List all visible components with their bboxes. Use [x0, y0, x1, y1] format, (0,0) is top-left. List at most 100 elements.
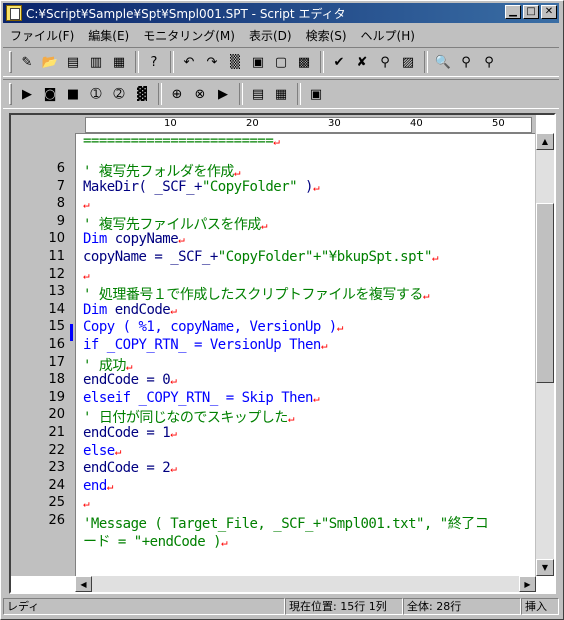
code-line[interactable]: endCode = 0↵ — [83, 372, 177, 388]
code-line[interactable]: else↵ — [83, 443, 121, 459]
print-icon[interactable]: ▥ — [85, 51, 107, 73]
menu-search[interactable]: 検索(S) — [299, 27, 354, 44]
line-number-gutter: 6 7 8 9 10 11 12 13 14 15 16 17 18 19 20 21 22 23 24 25 26 — [11, 133, 76, 576]
code-line[interactable]: endCode = 2↵ — [83, 460, 177, 476]
open-icon[interactable]: 📂 — [39, 51, 61, 73]
close-button[interactable]: ✕ — [541, 5, 557, 19]
code-line[interactable]: copyName = _SCF_+"CopyFolder"+"¥bkupSpt.… — [83, 249, 439, 265]
code-line[interactable]: Dim endCode↵ — [83, 301, 177, 318]
code-line[interactable]: ード = "+endCode )↵ — [83, 531, 228, 551]
scroll-up-button[interactable]: ▲ — [536, 133, 554, 150]
title-bar[interactable]: C:¥Script¥Sample¥Spt¥Smpl001.SPT - Scrip… — [3, 3, 559, 23]
toolbar-grip[interactable] — [9, 51, 12, 73]
line-end-marker: ↵ — [312, 180, 320, 194]
menu-view[interactable]: 表示(D) — [242, 27, 299, 44]
paste-icon[interactable]: ▢ — [270, 51, 292, 73]
code-editor[interactable]: 10 20 30 40 50 6 7 8 9 10 11 12 13 14 15 16 17 18 19 20 21 2… — [9, 113, 556, 594]
code-line[interactable]: end↵ — [83, 478, 113, 494]
app-icon[interactable] — [6, 5, 22, 21]
copy-icon[interactable]: ▣ — [247, 51, 269, 73]
status-total: 全体: 28行 — [403, 598, 521, 615]
breakpoint-icon[interactable]: ⊕ — [166, 83, 188, 105]
vertical-scrollbar[interactable]: ▲ ▼ — [535, 133, 554, 576]
help-icon[interactable]: ? — [143, 51, 165, 73]
cut-icon[interactable]: ▒ — [224, 51, 246, 73]
trace-icon[interactable]: ▶ — [212, 83, 234, 105]
debug-stop-icon[interactable]: ✘ — [351, 51, 373, 73]
code-token: "CopyFolder"+"¥bkupSpt.spt" — [217, 249, 433, 265]
script-list-icon[interactable]: ▦ — [108, 51, 130, 73]
toolbar-separator — [320, 51, 324, 73]
pause-icon[interactable]: ▓ — [131, 83, 153, 105]
find-prev-icon[interactable]: ⚲ — [478, 51, 500, 73]
step-icon[interactable]: ➀ — [85, 83, 107, 105]
code-line[interactable]: endCode = 1↵ — [83, 425, 177, 441]
code-line[interactable]: Dim copyName↵ — [83, 231, 185, 247]
toolbar-standard: ✎ 📂 ▤ ▥ ▦? ↶ ↷ ▒ ▣ ▢ ▩ ✔ ✘ ⚲ ▨ 🔍 ⚲ ⚲ — [3, 47, 559, 77]
step-over-icon[interactable]: ➁ — [108, 83, 130, 105]
code-line[interactable]: ↵ — [83, 495, 90, 511]
menu-monitoring[interactable]: モニタリング(M) — [136, 27, 242, 44]
watch-icon[interactable]: ▤ — [247, 83, 269, 105]
check-icon[interactable]: ✔ — [328, 51, 350, 73]
code-token: ' 成功 — [83, 357, 126, 374]
code-token: ) — [297, 178, 313, 195]
scroll-down-button[interactable]: ▼ — [536, 559, 554, 576]
env-icon[interactable]: ▣ — [305, 83, 327, 105]
new-icon[interactable]: ✎ — [16, 51, 38, 73]
line-end-marker: ↵ — [336, 321, 344, 335]
code-line[interactable]: if _COPY_RTN_ = VersionUp Then↵ — [83, 337, 328, 353]
line-number: 10 — [48, 231, 65, 247]
line-number: 14 — [48, 301, 65, 317]
code-token: endCode — [106, 301, 171, 318]
find-icon[interactable]: 🔍 — [432, 51, 454, 73]
status-bar: レディ 現在位置: 15行 1列 全体: 28行 挿入 — [3, 598, 559, 616]
line-end-marker: ↵ — [170, 462, 177, 476]
code-line[interactable]: ↵ — [83, 267, 90, 283]
menu-help[interactable]: ヘルプ(H) — [354, 27, 422, 44]
code-line[interactable]: Copy ( %1, copyName, VersionUp )↵ — [83, 319, 343, 335]
select-all-icon[interactable]: ▩ — [293, 51, 315, 73]
undo-icon[interactable]: ↶ — [178, 51, 200, 73]
horizontal-scrollbar[interactable]: ◀ ▶ — [75, 576, 536, 592]
ruler-label: 50 — [492, 118, 505, 129]
code-line[interactable]: ↵ — [83, 196, 90, 212]
scroll-left-button[interactable]: ◀ — [75, 576, 92, 592]
code-line[interactable]: elseif _COPY_RTN_ = Skip Then↵ — [83, 390, 320, 406]
code-line[interactable]: ========================↵ — [83, 133, 280, 149]
code-line[interactable]: MakeDir( _SCF_+"CopyFolder" )↵ — [83, 178, 320, 195]
output-icon[interactable]: ▦ — [270, 83, 292, 105]
toolbar-separator — [135, 51, 139, 73]
window-icon[interactable]: ◙ — [39, 83, 61, 105]
toolbar-grip[interactable] — [9, 83, 12, 105]
code-area[interactable]: ========================↵ ' 複写先フォルダを作成↵ Ma… — [79, 133, 532, 576]
menu-file[interactable]: ファイル(F) — [3, 27, 81, 44]
save-icon[interactable]: ▤ — [62, 51, 84, 73]
minimize-button[interactable]: ▁ — [505, 5, 521, 19]
line-end-marker: ↵ — [422, 289, 430, 303]
redo-icon[interactable]: ↷ — [201, 51, 223, 73]
code-token: end — [83, 477, 107, 494]
scroll-thumb[interactable] — [536, 203, 554, 383]
find-next-icon[interactable]: ⚲ — [455, 51, 477, 73]
scroll-right-button[interactable]: ▶ — [519, 576, 536, 592]
binoculars-icon[interactable]: ⚲ — [374, 51, 396, 73]
menu-edit[interactable]: 編集(E) — [81, 27, 136, 44]
line-end-marker: ↵ — [170, 374, 177, 388]
line-number: 25 — [48, 495, 65, 511]
line-number: 18 — [48, 372, 65, 388]
property-icon[interactable]: ▨ — [397, 51, 419, 73]
run-icon[interactable]: ▶ — [16, 83, 38, 105]
line-number: 7 — [56, 178, 65, 194]
code-token: ード = "+endCode ) — [83, 533, 222, 550]
maximize-button[interactable]: □ — [523, 5, 539, 19]
code-token: if _COPY_RTN_ = VersionUp Then — [83, 337, 321, 353]
line-number: 12 — [48, 266, 65, 282]
clear-break-icon[interactable]: ⊗ — [189, 83, 211, 105]
status-position: 現在位置: 15行 1列 — [285, 598, 403, 615]
line-number: 23 — [48, 460, 65, 476]
line-end-marker: ↵ — [83, 497, 90, 511]
stop-icon[interactable]: ■ — [62, 83, 84, 105]
code-token: ' 日付が同じなのでスキップした — [83, 410, 288, 427]
column-ruler: 10 20 30 40 50 — [11, 115, 536, 134]
